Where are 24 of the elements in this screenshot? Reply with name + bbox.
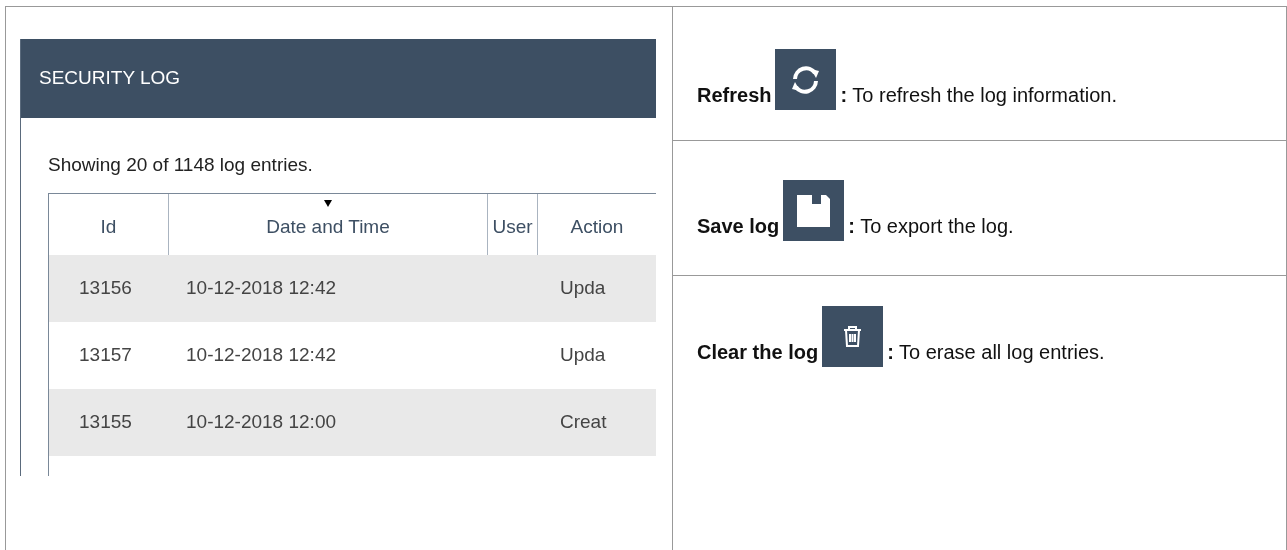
refresh-icon <box>775 49 837 110</box>
table-cell-text: Upda <box>559 343 607 368</box>
table-cell-text: 13155 <box>78 410 133 435</box>
table-cell-text: 13157 <box>78 343 133 368</box>
item-label: Clear the log <box>697 340 819 365</box>
item-label: Refresh <box>697 83 772 108</box>
table-cell-text: 10-12-2018 12:42 <box>185 343 337 368</box>
table-cell-text: 10-12-2018 12:00 <box>185 410 337 435</box>
table-row[interactable]: 13155 10-12-2018 12:00 Creat <box>49 389 656 456</box>
item-description: : To export the log. <box>848 214 1014 239</box>
table-cell-text: 10-12-2018 12:42 <box>185 276 337 301</box>
column-header[interactable]: Action <box>538 194 656 255</box>
table-cell-text: Creat <box>559 410 608 435</box>
entries-summary: Showing 20 of 1148 log entries. <box>48 153 314 177</box>
save-icon <box>783 180 845 241</box>
item-label: Save log <box>697 214 780 239</box>
table-cell-text: Upda <box>559 276 607 301</box>
item-description: : To refresh the log information. <box>840 83 1117 108</box>
item-description: : To erase all log entries. <box>887 340 1105 365</box>
trash-icon <box>822 306 884 367</box>
table-row[interactable]: 13156 10-12-2018 12:42 Upda <box>49 255 656 322</box>
panel-title: SECURITY LOG <box>39 66 181 91</box>
sort-arrow-icon <box>324 200 332 207</box>
table-cell-text: 13156 <box>78 276 133 301</box>
